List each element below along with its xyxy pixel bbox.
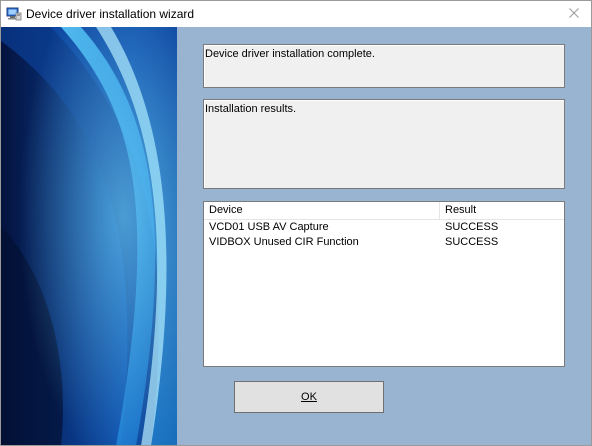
app-icon xyxy=(6,6,22,22)
status-message: Device driver installation complete. xyxy=(205,48,375,60)
column-header-device[interactable]: Device xyxy=(204,202,440,219)
result-cell: SUCCESS xyxy=(445,221,499,233)
device-cell: VCD01 USB AV Capture xyxy=(209,221,329,233)
column-header-result[interactable]: Result xyxy=(440,202,564,219)
device-cell: VIDBOX Unused CIR Function xyxy=(209,236,359,248)
window-title: Device driver installation wizard xyxy=(26,7,195,21)
title-bar[interactable]: Device driver installation wizard xyxy=(1,1,591,27)
close-icon xyxy=(569,7,579,21)
results-label: Installation results. xyxy=(205,103,297,115)
ok-button-label: OK xyxy=(301,391,317,403)
table-row[interactable]: VCD01 USB AV Capture SUCCESS xyxy=(204,220,564,235)
table-row[interactable]: VIDBOX Unused CIR Function SUCCESS xyxy=(204,235,564,250)
results-table[interactable]: Device Result VCD01 USB AV Capture SUCCE… xyxy=(203,201,565,367)
result-cell: SUCCESS xyxy=(445,236,499,248)
close-button[interactable] xyxy=(557,1,591,27)
table-header: Device Result xyxy=(204,202,564,220)
status-message-panel: Device driver installation complete. xyxy=(203,44,565,88)
ok-button[interactable]: OK xyxy=(234,381,384,413)
wizard-side-banner xyxy=(1,27,177,445)
results-panel: Installation results. xyxy=(203,99,565,189)
wizard-window: Device driver installation wizard Device… xyxy=(0,0,592,446)
